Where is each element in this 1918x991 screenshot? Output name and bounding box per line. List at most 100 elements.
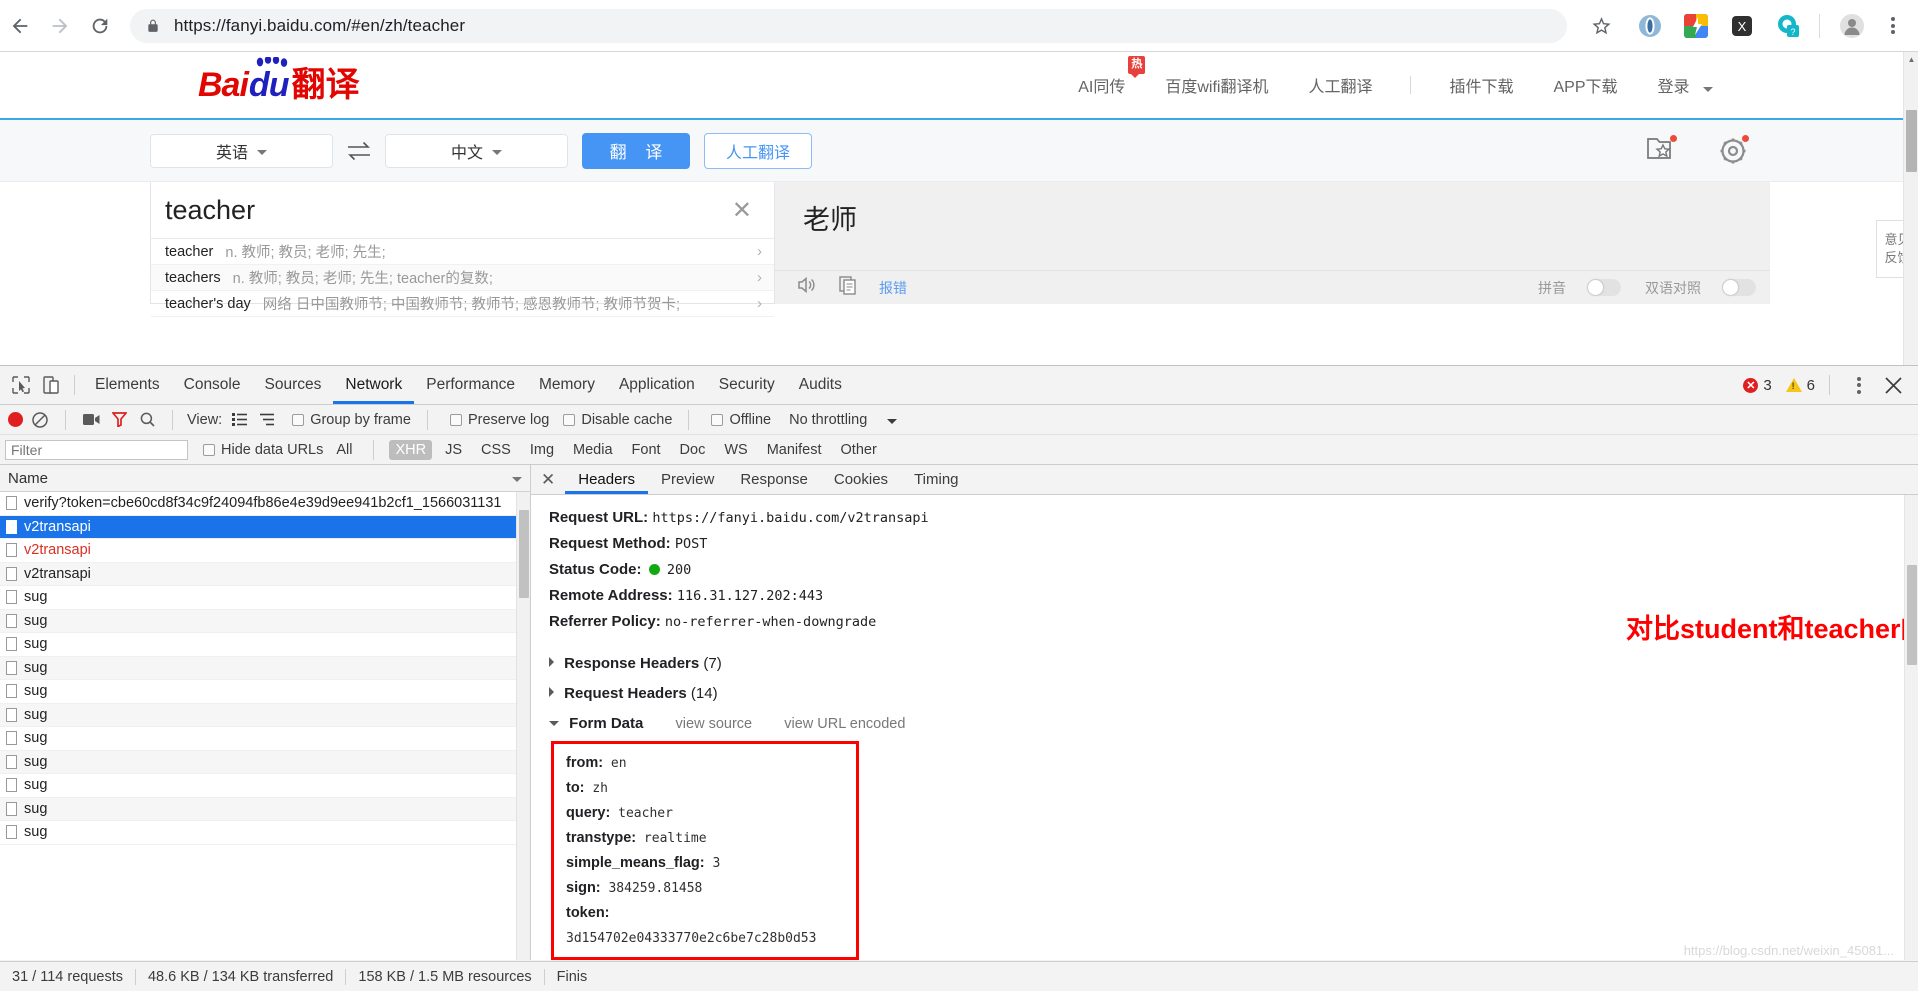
devtools-tab-performance[interactable]: Performance: [414, 366, 527, 404]
devtools-tab-network[interactable]: Network: [333, 366, 414, 404]
network-request-row[interactable]: sug: [0, 774, 530, 798]
clear-x-icon[interactable]: ✕: [724, 196, 760, 225]
network-request-row[interactable]: sug: [0, 609, 530, 633]
filter-type-ws[interactable]: WS: [718, 440, 753, 460]
network-request-row[interactable]: sug: [0, 656, 530, 680]
devtools-tab-security[interactable]: Security: [707, 366, 787, 404]
three-dot-menu-icon[interactable]: [1844, 370, 1874, 400]
address-bar[interactable]: https://fanyi.baidu.com/#en/zh/teacher: [130, 8, 1567, 43]
view-url-encoded-link[interactable]: view URL encoded: [784, 716, 905, 732]
collection-folder-star-icon[interactable]: [1646, 134, 1677, 166]
filter-type-manifest[interactable]: Manifest: [761, 440, 828, 460]
filter-type-other[interactable]: Other: [835, 440, 883, 460]
network-list-scrollbar[interactable]: [516, 492, 530, 960]
chevron-down-icon[interactable]: [512, 477, 522, 482]
page-scrollbar[interactable]: ▲: [1903, 52, 1918, 365]
detail-tab-cookies[interactable]: Cookies: [821, 465, 901, 494]
nav-item-plugin-download[interactable]: 插件下载: [1449, 73, 1513, 97]
waterfall-view-icon[interactable]: [256, 409, 278, 431]
filter-input[interactable]: [5, 439, 188, 460]
network-request-row[interactable]: sug: [0, 633, 530, 657]
nav-item-human-translation[interactable]: 人工翻译: [1308, 73, 1372, 97]
network-request-row[interactable]: v2transapi: [0, 515, 530, 539]
pinyin-toggle[interactable]: [1587, 279, 1621, 296]
translate-button[interactable]: 翻 译: [582, 132, 690, 169]
network-request-row[interactable]: verify?token=cbe60cd8f34c9f24094fb86e4e3…: [0, 492, 530, 516]
human-translate-button[interactable]: 人工翻译: [704, 132, 812, 169]
error-count-badge[interactable]: ✕ 3: [1743, 377, 1772, 394]
disable-cache-checkbox[interactable]: Disable cache: [563, 412, 672, 428]
form-data-section[interactable]: Form Data view source view URL encoded: [549, 709, 1918, 739]
page-scroll-thumb[interactable]: [1906, 110, 1917, 172]
detail-tab-timing[interactable]: Timing: [901, 465, 971, 494]
bilingual-toggle[interactable]: [1722, 279, 1756, 296]
detail-tab-preview[interactable]: Preview: [648, 465, 727, 494]
record-dot-icon[interactable]: [8, 412, 23, 427]
scroll-thumb[interactable]: [1907, 565, 1917, 665]
filter-type-css[interactable]: CSS: [475, 440, 517, 460]
offline-checkbox[interactable]: Offline: [711, 412, 771, 428]
filter-type-img[interactable]: Img: [524, 440, 560, 460]
report-error-link[interactable]: 报错: [879, 278, 907, 298]
search-magnifier-icon[interactable]: [136, 409, 158, 431]
detail-tab-response[interactable]: Response: [727, 465, 821, 494]
network-request-row[interactable]: sug: [0, 680, 530, 704]
reload-icon[interactable]: [80, 6, 120, 46]
device-toggle-icon[interactable]: [36, 370, 66, 400]
speaker-icon[interactable]: [797, 276, 817, 299]
baidu-fanyi-logo[interactable]: Bai du 翻译: [198, 57, 359, 102]
nav-item-wifi-translator[interactable]: 百度wifi翻译机: [1165, 73, 1268, 97]
back-arrow-icon[interactable]: [0, 6, 40, 46]
funnel-filter-icon[interactable]: [108, 409, 130, 431]
preserve-log-checkbox[interactable]: Preserve log: [449, 412, 549, 428]
extension-q-help-icon[interactable]: ?: [1772, 10, 1804, 42]
list-view-icon[interactable]: [228, 409, 250, 431]
copy-icon[interactable]: [839, 275, 857, 300]
extension-colorful-icon[interactable]: [1680, 10, 1712, 42]
throttling-select[interactable]: No throttling: [789, 412, 867, 428]
settings-gear-icon[interactable]: [1718, 134, 1749, 166]
filter-type-all[interactable]: All: [330, 440, 358, 460]
network-request-row[interactable]: v2transapi: [0, 562, 530, 586]
scroll-thumb[interactable]: [519, 510, 529, 598]
detail-tab-headers[interactable]: Headers: [565, 465, 648, 494]
swap-arrows-icon[interactable]: [333, 140, 385, 162]
filter-type-font[interactable]: Font: [626, 440, 667, 460]
clear-circle-slash-icon[interactable]: [29, 409, 51, 431]
devtools-tab-elements[interactable]: Elements: [83, 366, 172, 404]
view-source-link[interactable]: view source: [676, 716, 753, 732]
extension-x-icon[interactable]: X: [1726, 10, 1758, 42]
filter-type-xhr[interactable]: XHR: [389, 439, 433, 460]
filter-type-js[interactable]: JS: [439, 440, 468, 460]
request-headers-section[interactable]: Request Headers (14): [549, 679, 1918, 709]
network-list-header[interactable]: Name: [0, 465, 530, 492]
target-language-select[interactable]: 中文: [385, 133, 568, 168]
filter-type-doc[interactable]: Doc: [674, 440, 712, 460]
detail-scrollbar[interactable]: [1904, 495, 1918, 960]
inspect-cursor-icon[interactable]: [6, 370, 36, 400]
devtools-tab-console[interactable]: Console: [172, 366, 253, 404]
network-request-row[interactable]: sug: [0, 821, 530, 845]
chevron-down-icon[interactable]: [887, 418, 898, 424]
network-request-row[interactable]: sug: [0, 750, 530, 774]
network-request-row[interactable]: sug: [0, 727, 530, 751]
close-x-icon[interactable]: ✕: [539, 470, 565, 490]
group-by-frame-checkbox[interactable]: Group by frame: [292, 412, 411, 428]
network-request-row[interactable]: sug: [0, 797, 530, 821]
warning-count-badge[interactable]: 6: [1785, 377, 1815, 394]
suggestion-item[interactable]: teacher n. 教师; 教员; 老师; 先生; ›: [151, 239, 774, 265]
forward-arrow-icon[interactable]: [40, 6, 80, 46]
profile-avatar-icon[interactable]: [1834, 8, 1870, 44]
network-request-row[interactable]: sug: [0, 586, 530, 610]
source-language-select[interactable]: 英语: [150, 133, 333, 168]
source-text-input[interactable]: teacher: [165, 195, 724, 226]
three-dot-menu-icon[interactable]: [1876, 6, 1910, 46]
devtools-tab-memory[interactable]: Memory: [527, 366, 607, 404]
star-icon[interactable]: [1581, 6, 1621, 46]
response-headers-section[interactable]: Response Headers (7): [549, 649, 1918, 679]
nav-item-ai-simultaneous[interactable]: AI同传 热: [1078, 56, 1146, 97]
devtools-tab-sources[interactable]: Sources: [253, 366, 334, 404]
close-x-icon[interactable]: [1878, 370, 1908, 400]
filter-type-media[interactable]: Media: [567, 440, 619, 460]
nav-item-app-download[interactable]: APP下载: [1554, 73, 1618, 97]
